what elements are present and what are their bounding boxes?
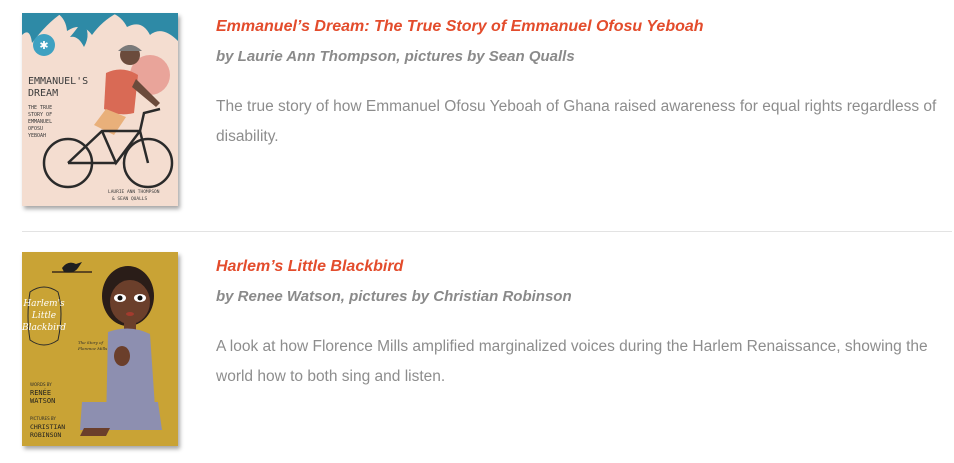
svg-text:✱: ✱ (39, 39, 48, 52)
cover-illustrator-line: CHRISTIAN (30, 423, 65, 431)
cover-subtitle-line: YEBOAH (28, 133, 46, 139)
cover-illustrator-line: ROBINSON (30, 431, 61, 439)
book-description: The true story of how Emmanuel Ofosu Yeb… (216, 98, 937, 145)
book-item-emmanuels-dream: ✱ EMMANUEL'S DREAM THE TRUE STORY OF EMM… (0, 0, 954, 230)
book-item-harlems-little-blackbird: Harlem's Little Blackbird The Story of F… (0, 233, 954, 463)
book-title-link[interactable]: Emmanuel’s Dream: The True Story of Emma… (216, 16, 946, 38)
book-info: Emmanuel’s Dream: The True Story of Emma… (216, 16, 946, 152)
cover-title-line: DREAM (28, 88, 58, 99)
cover-subtitle-line: The Story of (78, 340, 104, 345)
cover-illustration-emmanuels-dream: ✱ EMMANUEL'S DREAM THE TRUE STORY OF EMM… (22, 13, 178, 206)
book-cover-emmanuels-dream[interactable]: ✱ EMMANUEL'S DREAM THE TRUE STORY OF EMM… (22, 13, 178, 206)
cover-credit-line: LAURIE ANN THOMPSON (108, 189, 160, 195)
cover-subtitle-line: STORY OF (28, 112, 52, 118)
cover-author-label: WORDS BY (30, 382, 52, 387)
cover-illustrator-label: PICTURES BY (30, 416, 56, 421)
cover-subtitle-line: THE TRUE (28, 105, 52, 111)
cover-title-line: Blackbird (22, 323, 66, 333)
book-info: Harlem’s Little Blackbird by Renee Watso… (216, 256, 946, 392)
cover-subtitle-line: Florence Mills (77, 346, 107, 351)
book-description: A look at how Florence Mills amplified m… (216, 338, 928, 385)
cover-author-line: RENÉE (30, 388, 51, 397)
cover-title-line: EMMANUEL'S (28, 76, 88, 87)
book-list: ✱ EMMANUEL'S DREAM THE TRUE STORY OF EMM… (0, 0, 954, 463)
book-title-link[interactable]: Harlem’s Little Blackbird (216, 256, 946, 278)
cover-credit-line: & SEAN QUALLS (112, 196, 148, 202)
cover-illustration-harlems-little-blackbird: Harlem's Little Blackbird The Story of F… (22, 252, 178, 446)
book-cover-harlems-little-blackbird[interactable]: Harlem's Little Blackbird The Story of F… (22, 252, 178, 446)
cover-subtitle-line: OFOSU (28, 126, 43, 132)
cover-subtitle-line: EMMANUEL (28, 119, 52, 125)
divider (22, 231, 952, 232)
cover-title-line: Little (31, 311, 56, 321)
cover-author-line: WATSON (30, 397, 55, 405)
book-byline: by Renee Watson, pictures by Christian R… (216, 288, 572, 305)
cover-title-line: Harlem's (22, 299, 65, 309)
book-byline: by Laurie Ann Thompson, pictures by Sean… (216, 48, 575, 65)
